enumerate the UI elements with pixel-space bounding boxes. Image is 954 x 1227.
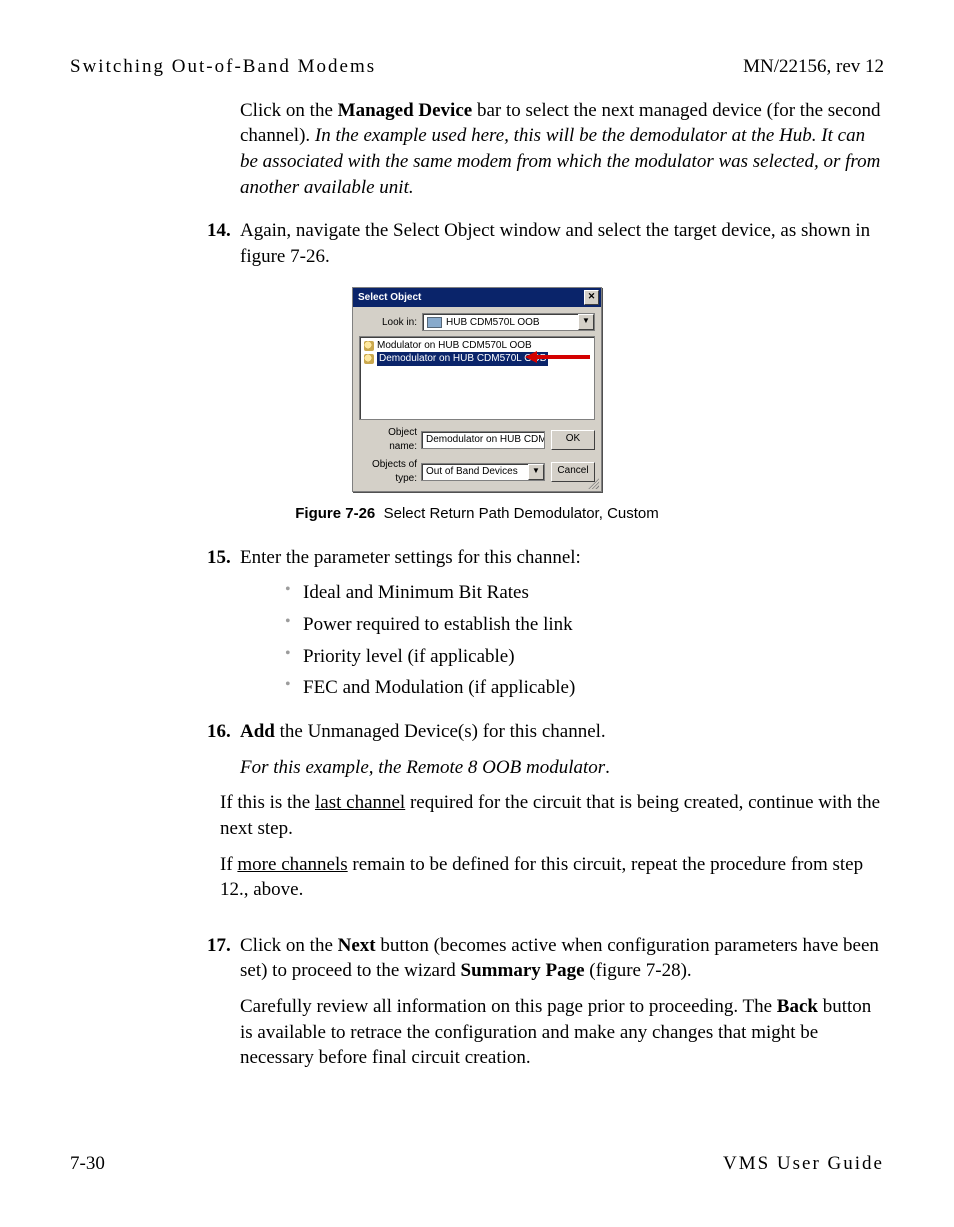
dialog-title: Select Object	[358, 291, 421, 305]
device-icon	[364, 354, 374, 364]
step-14-number: 14.	[207, 218, 231, 244]
step-17: 17. Click on the Next button (becomes ac…	[240, 933, 884, 1071]
p2-underline: more channels	[237, 854, 347, 875]
s17-p1-bold1: Next	[338, 935, 376, 956]
device-icon	[364, 341, 374, 351]
step-16-bold: Add	[240, 721, 275, 742]
s17-p1-after: (figure 7-28).	[585, 960, 692, 981]
step-14: 14. Again, navigate the Select Object wi…	[240, 218, 884, 269]
step-14-text: Again, navigate the Select Object window…	[240, 218, 884, 269]
step-15: 15. Enter the parameter settings for thi…	[240, 545, 884, 701]
object-name-field[interactable]: Demodulator on HUB CDM570L OOB	[421, 431, 545, 449]
intro-before: Click on the	[240, 100, 338, 121]
list-item[interactable]: Modulator on HUB CDM570L OOB	[362, 339, 592, 352]
list-item: Power required to establish the link	[285, 612, 884, 638]
s17-p1-before: Click on the	[240, 935, 338, 956]
callout-arrow	[525, 354, 590, 360]
intro-bold: Managed Device	[338, 100, 473, 121]
figure-title: Select Return Path Demodulator, Custom	[384, 505, 659, 522]
header-left: Switching Out-of-Band Modems	[70, 54, 376, 80]
list-item-label: Demodulator on HUB CDM570L OOB	[377, 352, 548, 366]
list-item: Priority level (if applicable)	[285, 644, 884, 670]
header-right: MN/22156, rev 12	[743, 54, 884, 80]
object-listbox[interactable]: Modulator on HUB CDM570L OOB Demodulator…	[359, 336, 595, 420]
step-16: 16. Add the Unmanaged Device(s) for this…	[240, 719, 884, 780]
s17-p1-bold2: Summary Page	[461, 960, 585, 981]
step-17-number: 17.	[207, 933, 231, 959]
look-in-combo[interactable]: HUB CDM570L OOB ▼	[422, 313, 595, 331]
s17-p2-before: Carefully review all information on this…	[240, 996, 777, 1017]
object-name-label: Object name:	[359, 426, 421, 453]
objects-type-value: Out of Band Devices	[426, 465, 518, 479]
objects-type-label: Objects of type:	[359, 458, 421, 485]
p1-underline: last channel	[315, 792, 405, 813]
figure-number: Figure 7-26	[295, 505, 375, 522]
p1-before: If this is the	[220, 792, 315, 813]
step-15-text: Enter the parameter settings for this ch…	[240, 545, 884, 571]
s17-p2-bold: Back	[777, 996, 818, 1017]
step-16-number: 16.	[207, 719, 231, 745]
post-step-16: If this is the last channel required for…	[220, 790, 884, 903]
look-in-label: Look in:	[359, 316, 417, 330]
step-15-number: 15.	[207, 545, 231, 571]
dialog-titlebar: Select Object ✕	[353, 288, 601, 307]
look-in-value: HUB CDM570L OOB	[446, 316, 540, 330]
intro-italic: In the example used here, this will be t…	[240, 125, 880, 197]
figure-caption: Figure 7-26 Select Return Path Demodulat…	[70, 504, 884, 524]
ok-button[interactable]: OK	[551, 430, 595, 450]
p2-before: If	[220, 854, 237, 875]
select-object-dialog: Select Object ✕ Look in: HUB CDM570L OOB…	[352, 287, 602, 492]
step-15-bullets: Ideal and Minimum Bit Rates Power requir…	[285, 580, 884, 701]
footer-page-number: 7-30	[70, 1151, 105, 1177]
close-icon[interactable]: ✕	[584, 290, 599, 305]
list-item: FEC and Modulation (if applicable)	[285, 675, 884, 701]
step-16-period: .	[605, 757, 610, 778]
object-name-value: Demodulator on HUB CDM570L OOB	[426, 433, 545, 447]
footer-guide-name: VMS User Guide	[723, 1151, 884, 1177]
drive-icon	[427, 317, 442, 328]
objects-type-combo[interactable]: Out of Band Devices ▼	[421, 463, 545, 481]
chevron-down-icon[interactable]: ▼	[528, 464, 544, 480]
list-item-label: Modulator on HUB CDM570L OOB	[377, 339, 532, 353]
resize-grip-icon[interactable]	[587, 477, 599, 489]
chevron-down-icon[interactable]: ▼	[578, 314, 594, 330]
intro-paragraph: Click on the Managed Device bar to selec…	[240, 98, 884, 201]
step-16-example: For this example, the Remote 8 OOB modul…	[240, 757, 605, 778]
step-16-rest: the Unmanaged Device(s) for this channel…	[275, 721, 606, 742]
list-item: Ideal and Minimum Bit Rates	[285, 580, 884, 606]
